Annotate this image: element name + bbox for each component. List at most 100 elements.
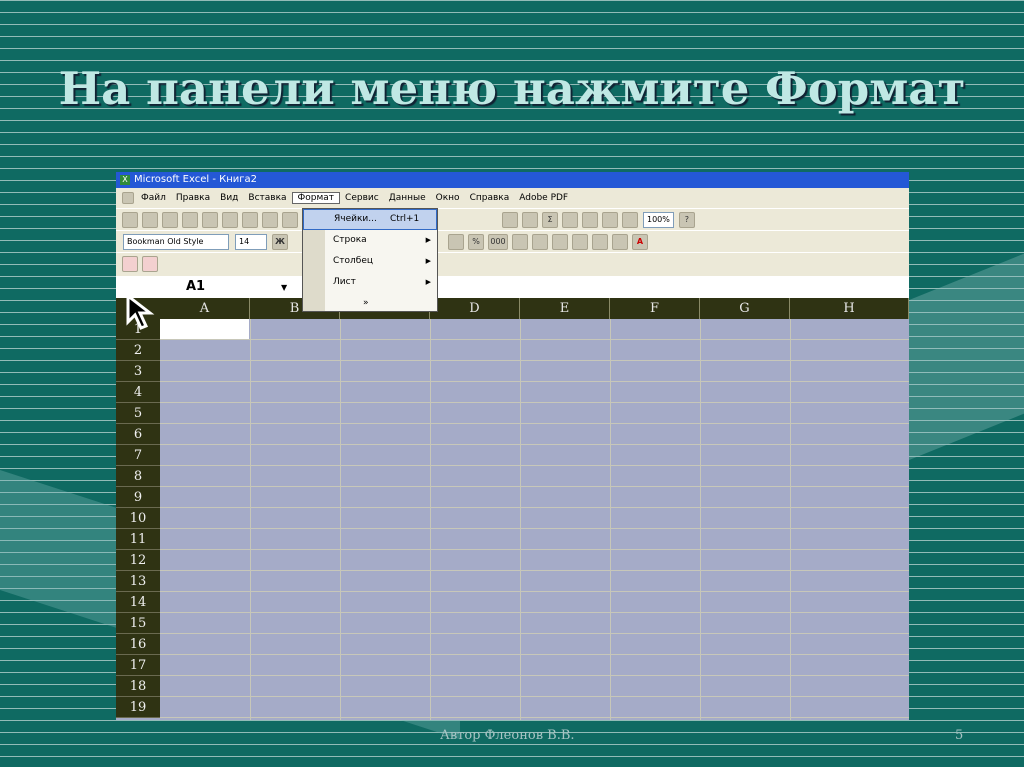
sort-desc-icon[interactable] [582, 211, 598, 228]
grid-line [250, 319, 251, 720]
pdf-icon[interactable] [122, 255, 138, 272]
open-icon[interactable] [142, 211, 158, 228]
increase-decimal-icon[interactable] [512, 233, 528, 250]
menu-insert[interactable]: Вставка [243, 193, 291, 203]
thousands-button[interactable]: 000 [488, 233, 508, 250]
save-icon[interactable] [162, 211, 178, 228]
menu-data[interactable]: Данные [384, 193, 431, 203]
menu-edit[interactable]: Правка [171, 193, 215, 203]
grid-line [160, 444, 909, 445]
grid-line [610, 319, 611, 720]
font-color-icon[interactable]: A [632, 233, 648, 250]
help-icon[interactable]: ? [678, 211, 695, 228]
chart-icon[interactable] [602, 211, 618, 228]
row-header[interactable]: 19 [116, 697, 160, 718]
grid-line [160, 360, 909, 361]
print-icon[interactable] [222, 211, 238, 228]
row-header[interactable]: 8 [116, 466, 160, 487]
bold-button[interactable]: Ж [272, 233, 288, 250]
menu-format[interactable]: Формат [291, 192, 341, 204]
preview-icon[interactable] [242, 211, 258, 228]
spelling-icon[interactable] [262, 211, 278, 228]
grid-line [160, 633, 909, 634]
zoom-select[interactable]: 100% [643, 211, 674, 228]
menu-tools[interactable]: Сервис [340, 193, 384, 203]
row-header[interactable]: 13 [116, 571, 160, 592]
formula-bar: A1 ▼ [116, 276, 909, 298]
row-header[interactable]: 14 [116, 592, 160, 613]
row-header[interactable]: 12 [116, 550, 160, 571]
menu-file[interactable]: Файл [136, 193, 171, 203]
borders-icon[interactable] [592, 233, 608, 250]
row-header[interactable]: 9 [116, 487, 160, 508]
hyperlink-icon[interactable] [522, 211, 538, 228]
grid-line [160, 486, 909, 487]
grid-line [160, 507, 909, 508]
column-header[interactable]: E [520, 298, 610, 319]
menu-item-label: Лист [333, 277, 356, 287]
menu-item-label: Столбец [333, 256, 373, 266]
row-header[interactable]: 18 [116, 676, 160, 697]
font-name-select[interactable]: Bookman Old Style [123, 233, 229, 250]
autosum-icon[interactable]: Σ [542, 211, 558, 228]
menu-item-cells[interactable]: Ячейки... Ctrl+1 [303, 209, 437, 230]
currency-icon[interactable] [448, 233, 464, 250]
menu-item-sheet[interactable]: Лист ▶ [303, 272, 437, 293]
drawing-icon[interactable] [622, 211, 638, 228]
decrease-indent-icon[interactable] [552, 233, 568, 250]
menu-bar: Файл Правка Вид Вставка Формат Сервис Да… [116, 188, 909, 208]
redo-icon[interactable] [502, 211, 518, 228]
chevron-down-icon[interactable]: ▼ [281, 283, 287, 292]
pdf-email-icon[interactable] [142, 255, 158, 272]
font-size-select[interactable]: 14 [235, 233, 267, 250]
grid-line [160, 696, 909, 697]
row-header[interactable]: 7 [116, 445, 160, 466]
permission-icon[interactable] [182, 211, 198, 228]
row-header[interactable]: 3 [116, 361, 160, 382]
grid-line [160, 402, 909, 403]
decrease-decimal-icon[interactable] [532, 233, 548, 250]
fill-color-icon[interactable] [612, 233, 628, 250]
row-header[interactable]: 17 [116, 655, 160, 676]
row-header[interactable]: 5 [116, 403, 160, 424]
column-header[interactable]: D [430, 298, 520, 319]
row-header[interactable]: 15 [116, 613, 160, 634]
new-icon[interactable] [122, 211, 138, 228]
footer-author: Автор Флеонов В.В. [440, 728, 575, 743]
sort-asc-icon[interactable] [562, 211, 578, 228]
menu-expand-button[interactable]: » [303, 293, 437, 314]
grid-line [160, 717, 909, 718]
row-header[interactable]: 10 [116, 508, 160, 529]
column-header[interactable]: H [790, 298, 909, 319]
row-header[interactable]: 2 [116, 340, 160, 361]
menu-item-label: Ячейки... [334, 214, 377, 224]
research-icon[interactable] [282, 211, 298, 228]
row-header[interactable]: 11 [116, 529, 160, 550]
increase-indent-icon[interactable] [572, 233, 588, 250]
percent-button[interactable]: % [468, 233, 484, 250]
cell-a1[interactable] [160, 319, 249, 339]
excel-icon: X [120, 175, 130, 185]
submenu-arrow-icon: ▶ [425, 257, 431, 265]
excel-doc-icon[interactable] [122, 192, 134, 204]
grid-line [160, 528, 909, 529]
menu-item-label: Строка [333, 235, 367, 245]
menu-item-row[interactable]: Строка ▶ [303, 230, 437, 251]
grid-line [160, 612, 909, 613]
menu-item-column[interactable]: Столбец ▶ [303, 251, 437, 272]
menu-view[interactable]: Вид [215, 193, 243, 203]
email-icon[interactable] [202, 211, 218, 228]
formatting-toolbar: Bookman Old Style 14 Ж % 000 A [116, 230, 909, 252]
menu-adobe-pdf[interactable]: Adobe PDF [514, 193, 573, 203]
menu-help[interactable]: Справка [465, 193, 515, 203]
standard-toolbar: Σ 100% ? [116, 208, 909, 230]
submenu-arrow-icon: ▶ [425, 278, 431, 286]
row-header[interactable]: 6 [116, 424, 160, 445]
menu-window[interactable]: Окно [431, 193, 465, 203]
grid-line [160, 591, 909, 592]
row-header[interactable]: 4 [116, 382, 160, 403]
column-header[interactable]: F [610, 298, 700, 319]
column-header[interactable]: A [160, 298, 250, 319]
column-header[interactable]: G [700, 298, 790, 319]
row-header[interactable]: 16 [116, 634, 160, 655]
